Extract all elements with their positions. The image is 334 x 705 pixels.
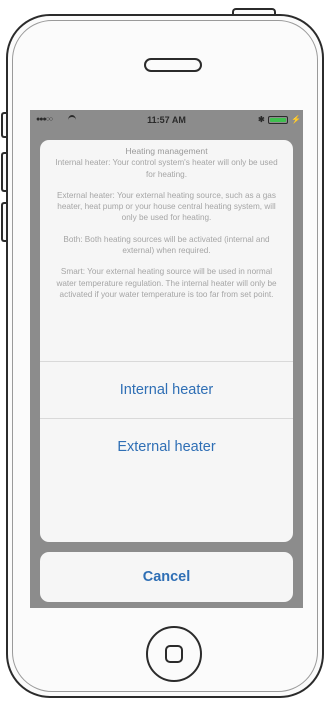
- action-sheet-message: Heating management Internal heater: Your…: [40, 140, 293, 362]
- cancel-button[interactable]: Cancel: [40, 552, 293, 602]
- message-external-heater: External heater: Your external heating s…: [57, 190, 276, 223]
- charging-icon: ⚡: [291, 115, 301, 124]
- internal-heater-button[interactable]: Internal heater: [40, 362, 293, 419]
- battery-icon: [268, 116, 288, 124]
- message-internal-heater: Internal heater: Your control system's h…: [55, 158, 278, 179]
- battery-level: [270, 118, 286, 122]
- home-button-icon: [165, 645, 183, 663]
- phone-screen: ●●●○○ 11:57 AM ✱ ⚡ Heating management In…: [30, 110, 303, 608]
- status-bar: ●●●○○ 11:57 AM ✱ ⚡: [30, 110, 303, 130]
- home-button[interactable]: [146, 626, 202, 682]
- action-sheet-title: Heating management: [125, 146, 208, 156]
- bluetooth-icon: ✱: [258, 115, 265, 124]
- action-sheet: Heating management Internal heater: Your…: [40, 140, 293, 542]
- external-heater-button[interactable]: External heater: [40, 419, 293, 476]
- phone-mockup: ●●●○○ 11:57 AM ✱ ⚡ Heating management In…: [0, 0, 334, 705]
- message-smart: Smart: Your external heating source will…: [56, 267, 277, 299]
- message-both: Both: Both heating sources will be activ…: [63, 234, 270, 256]
- earpiece-speaker: [144, 58, 202, 72]
